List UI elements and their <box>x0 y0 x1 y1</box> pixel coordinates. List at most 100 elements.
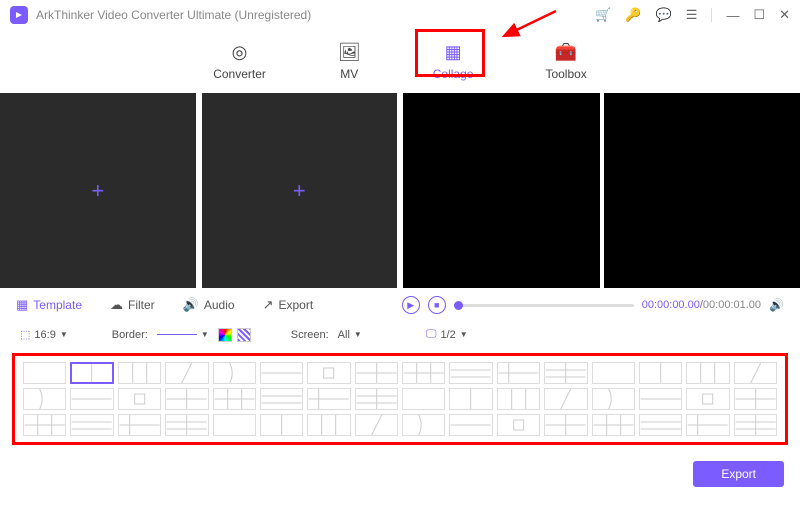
template-item[interactable] <box>70 388 113 410</box>
template-item[interactable] <box>497 414 540 436</box>
volume-icon[interactable]: 🔊 <box>769 298 784 312</box>
template-item[interactable] <box>23 414 66 436</box>
screen-label: Screen: <box>291 329 329 341</box>
template-item[interactable] <box>23 388 66 410</box>
template-item[interactable] <box>118 414 161 436</box>
template-item[interactable] <box>355 362 398 384</box>
template-item[interactable] <box>260 388 303 410</box>
template-item[interactable] <box>592 414 635 436</box>
collage-slot-1[interactable]: + <box>0 93 196 288</box>
tab-audio[interactable]: 🔊 Audio <box>183 297 235 313</box>
stop-button[interactable]: ■ <box>428 296 446 314</box>
toolbox-icon: 🧰 <box>555 42 577 63</box>
template-item[interactable] <box>497 362 540 384</box>
border-pattern-picker[interactable] <box>237 328 251 342</box>
border-style-dropdown[interactable]: ▼ <box>153 328 213 341</box>
sub-tabs: ▦ Template ☁ Filter 🔊 Audio ↗ Export ▶ ■… <box>0 288 800 322</box>
tab-filter[interactable]: ☁ Filter <box>110 297 155 313</box>
template-item[interactable] <box>118 362 161 384</box>
timeline[interactable] <box>454 304 634 307</box>
app-logo <box>10 6 28 24</box>
collage-slots: + + <box>0 93 397 288</box>
border-preview <box>157 334 197 335</box>
tab-label: Filter <box>128 298 155 312</box>
play-button[interactable]: ▶ <box>402 296 420 314</box>
template-item[interactable] <box>592 388 635 410</box>
template-item[interactable] <box>544 362 587 384</box>
template-item[interactable] <box>165 414 208 436</box>
template-item[interactable] <box>686 388 729 410</box>
template-item[interactable] <box>355 388 398 410</box>
template-item[interactable] <box>449 414 492 436</box>
template-item[interactable] <box>165 388 208 410</box>
template-item[interactable] <box>402 362 445 384</box>
template-item[interactable] <box>639 388 682 410</box>
timeline-handle[interactable] <box>454 301 463 310</box>
template-item[interactable] <box>23 362 66 384</box>
chevron-down-icon: ▼ <box>354 330 362 339</box>
nav-collage[interactable]: ▦ Collage <box>425 38 482 85</box>
template-item[interactable] <box>592 362 635 384</box>
menu-icon[interactable]: ☰ <box>686 7 698 23</box>
nav-converter[interactable]: ◎ Converter <box>205 38 274 85</box>
nav-toolbox[interactable]: 🧰 Toolbox <box>537 38 594 85</box>
template-item[interactable] <box>213 388 256 410</box>
filter-icon: ☁ <box>110 297 123 313</box>
footer: Export <box>0 451 800 497</box>
template-item[interactable] <box>544 414 587 436</box>
template-item[interactable] <box>118 388 161 410</box>
collage-slot-2[interactable]: + <box>202 93 398 288</box>
tab-label: Export <box>278 298 313 312</box>
template-item[interactable] <box>165 362 208 384</box>
template-item[interactable] <box>639 414 682 436</box>
window-title: ArkThinker Video Converter Ultimate (Unr… <box>36 8 595 22</box>
template-item[interactable] <box>544 388 587 410</box>
template-item[interactable] <box>734 388 777 410</box>
tab-export[interactable]: ↗ Export <box>263 297 314 313</box>
mv-icon: 🖼 <box>338 42 361 63</box>
aspect-ratio-dropdown[interactable]: ⬚ 16:9 ▼ <box>16 326 72 343</box>
template-item[interactable] <box>213 362 256 384</box>
border-color-picker[interactable] <box>218 328 232 342</box>
cart-icon[interactable]: 🛒 <box>595 7 611 23</box>
template-item[interactable] <box>402 388 445 410</box>
template-item[interactable] <box>734 414 777 436</box>
template-item[interactable] <box>307 414 350 436</box>
template-item[interactable] <box>639 362 682 384</box>
template-item[interactable] <box>260 414 303 436</box>
collage-icon: ▦ <box>445 42 462 63</box>
template-item[interactable] <box>449 362 492 384</box>
template-icon: ▦ <box>16 297 28 313</box>
chevron-down-icon: ▼ <box>460 330 468 339</box>
feedback-icon[interactable]: 💬 <box>656 7 672 23</box>
monitor-icon: 🖵 <box>426 328 437 341</box>
template-item[interactable] <box>70 362 113 384</box>
nav-label: Converter <box>213 67 266 81</box>
template-item[interactable] <box>449 388 492 410</box>
templates-grid <box>23 362 777 436</box>
template-item[interactable] <box>402 414 445 436</box>
template-item[interactable] <box>213 414 256 436</box>
template-item[interactable] <box>355 414 398 436</box>
template-item[interactable] <box>686 362 729 384</box>
maximize-button[interactable]: ☐ <box>753 7 765 23</box>
workspace: + + <box>0 93 800 288</box>
close-button[interactable]: ✕ <box>779 7 790 23</box>
tab-template[interactable]: ▦ Template <box>16 297 82 313</box>
template-item[interactable] <box>70 414 113 436</box>
key-icon[interactable]: 🔑 <box>625 7 641 23</box>
export-icon: ↗ <box>263 297 274 313</box>
screen-dropdown[interactable]: All ▼ <box>334 327 366 343</box>
template-item[interactable] <box>734 362 777 384</box>
minimize-button[interactable]: — <box>726 8 739 23</box>
preview-right <box>604 93 800 288</box>
template-item[interactable] <box>307 388 350 410</box>
page-dropdown[interactable]: 🖵 1/2 ▼ <box>422 326 472 343</box>
tab-label: Template <box>33 298 82 312</box>
template-item[interactable] <box>307 362 350 384</box>
template-item[interactable] <box>260 362 303 384</box>
template-item[interactable] <box>686 414 729 436</box>
export-button[interactable]: Export <box>693 461 784 487</box>
template-item[interactable] <box>497 388 540 410</box>
nav-mv[interactable]: 🖼 MV <box>330 38 369 85</box>
